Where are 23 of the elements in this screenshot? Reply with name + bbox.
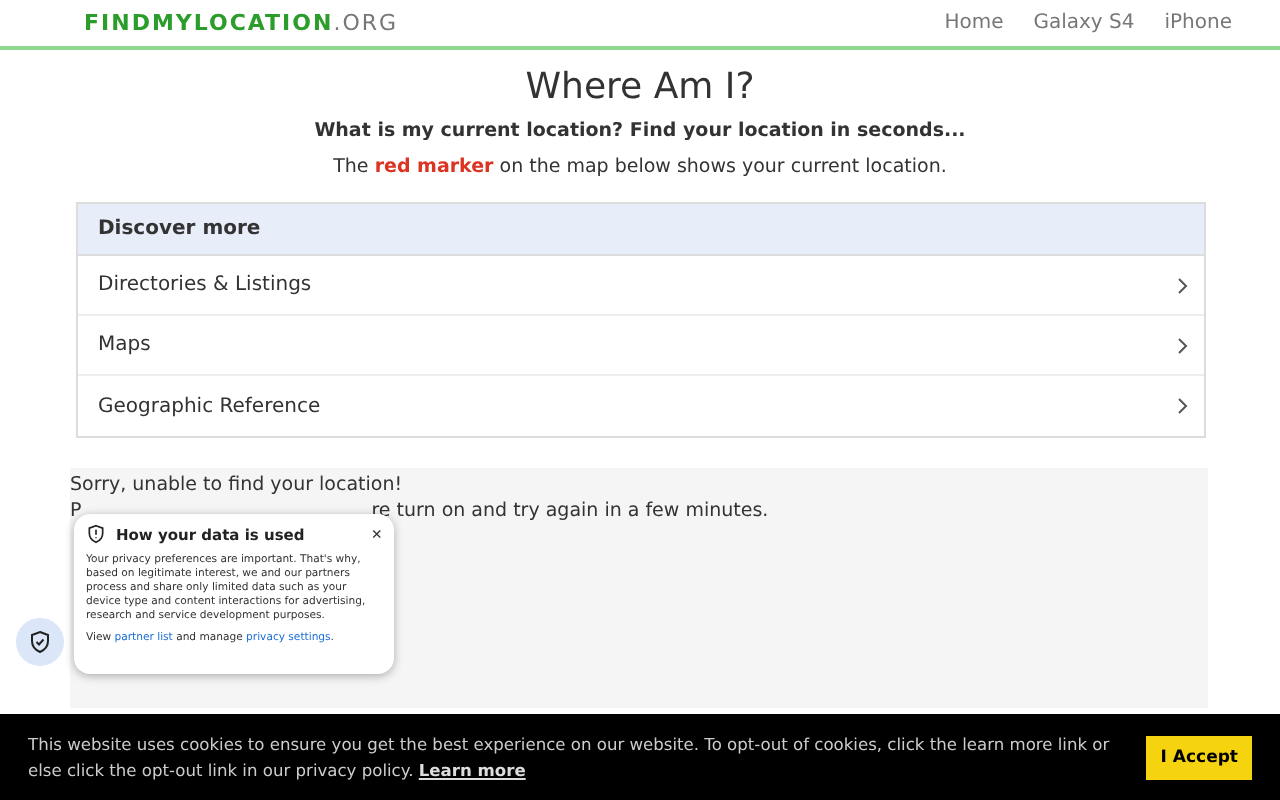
nav-link[interactable]: Home <box>944 12 1004 34</box>
page-title: Where Am I? <box>523 66 757 108</box>
chevron-icon <box>1172 275 1192 295</box>
accordion-item[interactable]: Geographic Reference <box>78 376 1204 436</box>
learn-more-link[interactable]: Learn more <box>418 759 526 779</box>
site-logo[interactable]: FINDMYLOCATION.ORG <box>84 10 399 36</box>
shield-check-icon <box>28 630 52 654</box>
chevron-icon <box>1172 335 1192 355</box>
privacy-button[interactable] <box>16 618 64 666</box>
intro-text: The red marker on the map below shows your current location. <box>331 156 949 178</box>
nav-link[interactable]: Galaxy S4 <box>1033 12 1135 34</box>
panel-heading: Discover more <box>78 204 1204 256</box>
cookie-text: This website uses cookies to ensure you get the best experience on our website. To opt-out of cookies, click the learn more link or else click the opt-out link in our privacy policy. Learn more <box>28 731 1112 783</box>
close-button[interactable]: × <box>371 524 382 544</box>
status-text: P <box>70 498 82 524</box>
accordion-item[interactable]: Maps <box>78 316 1204 376</box>
nav-link[interactable]: iPhone <box>1164 12 1232 34</box>
shield-icon <box>86 524 106 544</box>
chevron-icon <box>1172 396 1192 416</box>
subtitle: What is my current location? Find your location in seconds... <box>312 120 968 142</box>
status-text: Sorry, unable to find your location! <box>70 472 403 498</box>
accordion-item[interactable]: Directories & Listings <box>78 256 1204 316</box>
accept-button[interactable]: I Accept <box>1146 735 1252 779</box>
